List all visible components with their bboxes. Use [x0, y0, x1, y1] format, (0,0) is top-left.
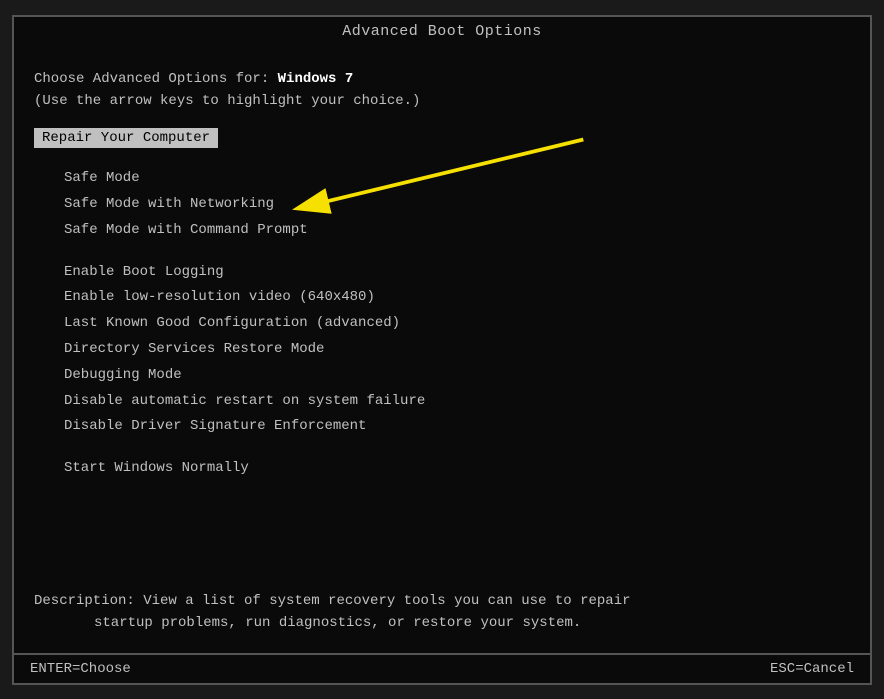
menu-item-safe-mode-networking[interactable]: Safe Mode with Networking — [34, 192, 850, 218]
esc-label: ESC=Cancel — [770, 661, 854, 677]
description-text: View a list of system recovery tools you… — [143, 593, 630, 609]
menu-group-3: Start Windows Normally — [34, 456, 850, 482]
menu-item-last-known-good[interactable]: Last Known Good Configuration (advanced) — [34, 311, 850, 337]
menu-item-low-res-video[interactable]: Enable low-resolution video (640x480) — [34, 285, 850, 311]
selected-menu-item[interactable]: Repair Your Computer — [34, 128, 218, 148]
description-text2: startup problems, run diagnostics, or re… — [34, 615, 581, 631]
menu-item-disable-restart[interactable]: Disable automatic restart on system fail… — [34, 389, 850, 415]
description-area: Description: View a list of system recov… — [34, 590, 850, 635]
menu-item-start-normally[interactable]: Start Windows Normally — [34, 456, 850, 482]
title-bar: Advanced Boot Options — [14, 17, 870, 50]
screen-title: Advanced Boot Options — [342, 23, 542, 40]
menu-item-directory-services[interactable]: Directory Services Restore Mode — [34, 337, 850, 363]
intro-prefix: Choose Advanced Options for: — [34, 71, 278, 87]
menu-item-safe-mode[interactable]: Safe Mode — [34, 166, 850, 192]
footer-bar: ENTER=Choose ESC=Cancel — [14, 653, 870, 683]
menu-item-boot-logging[interactable]: Enable Boot Logging — [34, 260, 850, 286]
menu-group-1: Safe Mode Safe Mode with Networking Safe… — [34, 166, 850, 243]
menu-group-2: Enable Boot Logging Enable low-resolutio… — [34, 260, 850, 441]
intro-line2: (Use the arrow keys to highlight your ch… — [34, 93, 420, 109]
menu-item-safe-mode-command[interactable]: Safe Mode with Command Prompt — [34, 218, 850, 244]
menu-item-disable-driver-sig[interactable]: Disable Driver Signature Enforcement — [34, 414, 850, 440]
content-area: Choose Advanced Options for: Windows 7 (… — [14, 50, 870, 653]
boot-screen: Advanced Boot Options Choose Advanced Op… — [12, 15, 872, 685]
enter-label: ENTER=Choose — [30, 661, 131, 677]
intro-text: Choose Advanced Options for: Windows 7 (… — [34, 68, 850, 113]
intro-os: Windows 7 — [278, 71, 354, 87]
menu-item-debugging[interactable]: Debugging Mode — [34, 363, 850, 389]
description-prefix: Description: — [34, 593, 143, 609]
